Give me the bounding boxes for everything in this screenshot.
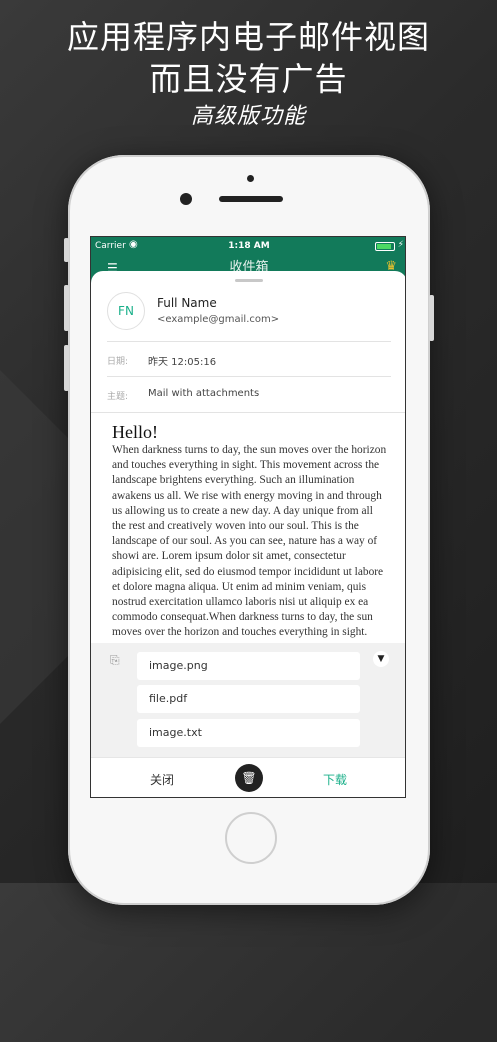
trash-icon[interactable]: 🗑 xyxy=(235,764,263,792)
close-button[interactable]: 关闭 xyxy=(150,771,174,788)
mute-switch xyxy=(64,238,69,262)
earpiece-speaker xyxy=(219,196,283,202)
divider xyxy=(91,412,405,413)
email-body: Hello! When darkness turns to day, the s… xyxy=(112,421,388,641)
attachment-item[interactable]: image.png xyxy=(137,652,360,680)
paperclip-icon: ⎘ xyxy=(110,653,120,667)
status-bar: Carrier ◉ 1:18 AM ⚡ xyxy=(91,237,405,255)
chevron-down-icon[interactable]: ▼ xyxy=(373,651,389,667)
divider xyxy=(107,376,391,377)
volume-up-button xyxy=(64,285,69,331)
sender-email: <example@gmail.com> xyxy=(157,314,280,325)
proximity-sensor xyxy=(247,175,254,182)
bottom-toolbar: 关闭 🗑 下载 xyxy=(91,757,405,797)
status-time: 1:18 AM xyxy=(228,241,270,251)
download-button[interactable]: 下载 xyxy=(323,771,347,788)
avatar: FN xyxy=(107,292,145,330)
charging-icon: ⚡ xyxy=(397,240,404,250)
promo-subheadline: 高级版功能 xyxy=(190,104,306,129)
subject-label: 主题: xyxy=(107,392,129,402)
power-button xyxy=(429,295,434,341)
volume-down-button xyxy=(64,345,69,391)
sender-name: Full Name xyxy=(157,296,217,310)
subject-value: Mail with attachments xyxy=(148,388,260,399)
date-value: 昨天 12:05:16 xyxy=(148,357,217,368)
email-body-text: When darkness turns to day, the sun move… xyxy=(112,444,387,639)
phone-screen: Carrier ◉ 1:18 AM ⚡ ☰ 收件箱 ♛ FN Full Name… xyxy=(90,236,406,798)
battery-icon xyxy=(375,242,395,251)
divider xyxy=(107,341,391,342)
promo-headline-1: 应用程序内电子邮件视图 xyxy=(66,18,430,56)
sheet-grabber[interactable] xyxy=(235,279,263,282)
date-label: 日期: xyxy=(107,357,129,367)
attachments-panel: ⎘ image.png file.pdf image.txt ▼ xyxy=(91,643,405,757)
attachment-item[interactable]: image.txt xyxy=(137,719,360,747)
attachment-item[interactable]: file.pdf xyxy=(137,685,360,713)
email-sheet: FN Full Name <example@gmail.com> 日期: 昨天 … xyxy=(91,271,405,797)
promo-headline-2: 而且没有广告 xyxy=(149,60,348,98)
email-greeting: Hello! xyxy=(112,422,158,442)
front-camera xyxy=(180,193,192,205)
home-button[interactable] xyxy=(225,812,277,864)
